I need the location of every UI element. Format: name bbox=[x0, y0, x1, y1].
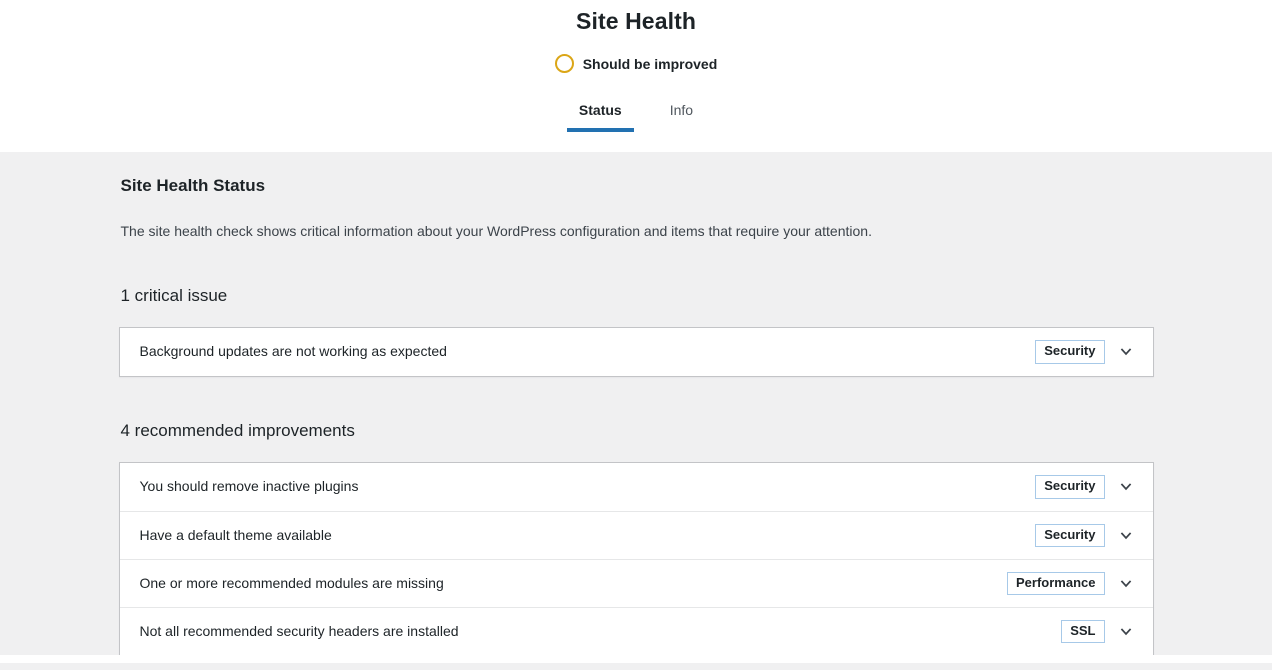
issue-label: One or more recommended modules are miss… bbox=[140, 574, 1008, 594]
section-description: The site health check shows critical inf… bbox=[119, 221, 1154, 242]
chevron-down-icon[interactable] bbox=[1111, 569, 1141, 599]
issue-label: Not all recommended security headers are… bbox=[140, 622, 1062, 642]
recommended-improvements-heading: 4 recommended improvements bbox=[119, 421, 1154, 441]
table-row[interactable]: Have a default theme available Security bbox=[120, 511, 1153, 559]
tab-info[interactable]: Info bbox=[646, 95, 717, 132]
table-row[interactable]: You should remove inactive plugins Secur… bbox=[120, 463, 1153, 511]
section-title: Site Health Status bbox=[119, 176, 1154, 196]
critical-issues-heading: 1 critical issue bbox=[119, 286, 1154, 306]
tab-status[interactable]: Status bbox=[555, 95, 646, 132]
issue-label: Have a default theme available bbox=[140, 526, 1036, 546]
recommended-improvements-panel: You should remove inactive plugins Secur… bbox=[119, 462, 1154, 656]
table-row[interactable]: Not all recommended security headers are… bbox=[120, 607, 1153, 655]
critical-issues-panel: Background updates are not working as ex… bbox=[119, 327, 1154, 377]
site-health-body: Site Health Status The site health check… bbox=[0, 152, 1272, 663]
chevron-down-icon[interactable] bbox=[1111, 617, 1141, 647]
overall-status: Should be improved bbox=[0, 54, 1272, 73]
issue-label: You should remove inactive plugins bbox=[140, 477, 1036, 497]
status-badge: SSL bbox=[1061, 620, 1104, 644]
status-label: Should be improved bbox=[583, 57, 718, 71]
status-badge: Security bbox=[1035, 340, 1104, 364]
site-health-header: Site Health Should be improved Status In… bbox=[0, 0, 1272, 152]
chevron-down-icon[interactable] bbox=[1111, 472, 1141, 502]
circle-outline-icon bbox=[555, 54, 574, 73]
footer-strip bbox=[0, 655, 1272, 663]
status-badge: Security bbox=[1035, 475, 1104, 499]
table-row[interactable]: One or more recommended modules are miss… bbox=[120, 559, 1153, 607]
table-row[interactable]: Background updates are not working as ex… bbox=[120, 328, 1153, 376]
chevron-down-icon[interactable] bbox=[1111, 521, 1141, 551]
status-badge: Performance bbox=[1007, 572, 1104, 596]
issue-label: Background updates are not working as ex… bbox=[140, 342, 1036, 362]
page-title: Site Health bbox=[0, 0, 1272, 35]
chevron-down-icon[interactable] bbox=[1111, 337, 1141, 367]
status-badge: Security bbox=[1035, 524, 1104, 548]
site-health-tabs: Status Info bbox=[0, 95, 1272, 132]
